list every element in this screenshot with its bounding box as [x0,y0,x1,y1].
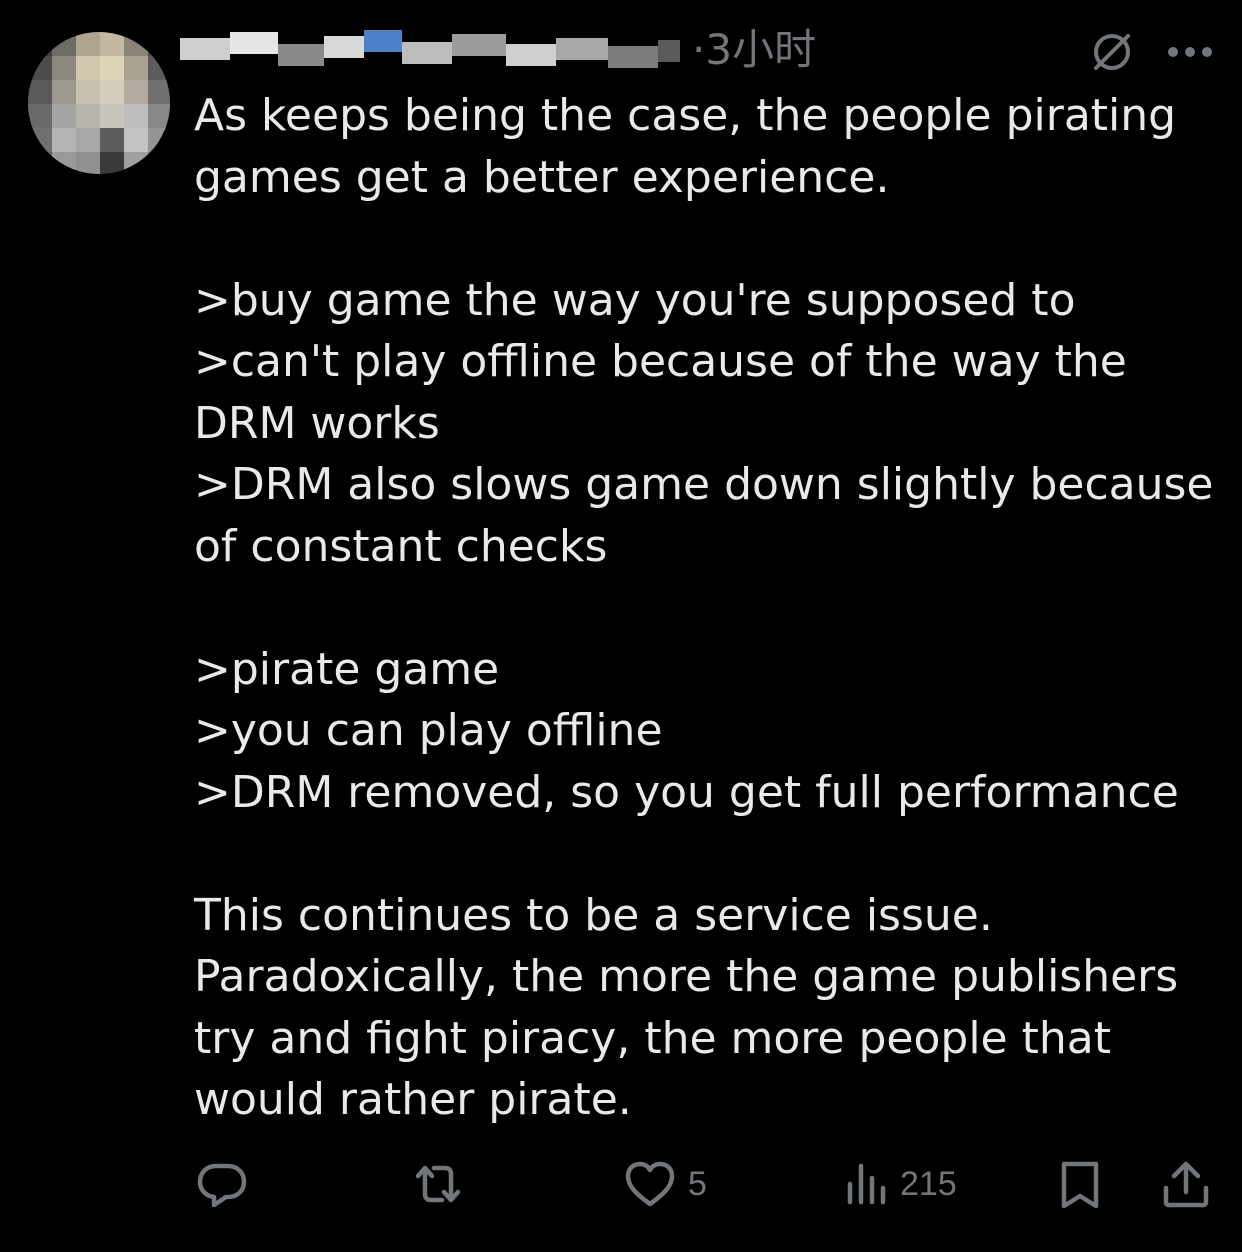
share-button[interactable] [1160,1154,1212,1214]
avatar[interactable] [28,32,170,174]
like-button[interactable]: 5 [622,1154,707,1214]
bookmark-button[interactable] [1056,1154,1104,1214]
tweet-actions: 5 215 [190,1154,1220,1214]
reply-icon [194,1156,250,1212]
more-icon[interactable] [1166,44,1214,58]
retweet-icon [408,1156,468,1212]
bookmark-icon [1056,1156,1104,1212]
heart-icon [622,1156,678,1212]
grok-icon[interactable] [1088,28,1136,76]
tweet-header: ·3小时 [180,22,1080,78]
tweet-timestamp[interactable]: ·3小时 [692,24,816,76]
tweet-body: As keeps being the case, the people pira… [194,90,1214,1125]
share-icon [1160,1156,1212,1212]
reply-button[interactable] [194,1154,250,1214]
retweet-button[interactable] [408,1154,468,1214]
like-count: 5 [688,1164,707,1203]
views-icon [842,1156,890,1212]
blurred-username[interactable] [180,28,680,72]
views-button[interactable]: 215 [842,1154,957,1214]
views-count: 215 [900,1164,957,1203]
